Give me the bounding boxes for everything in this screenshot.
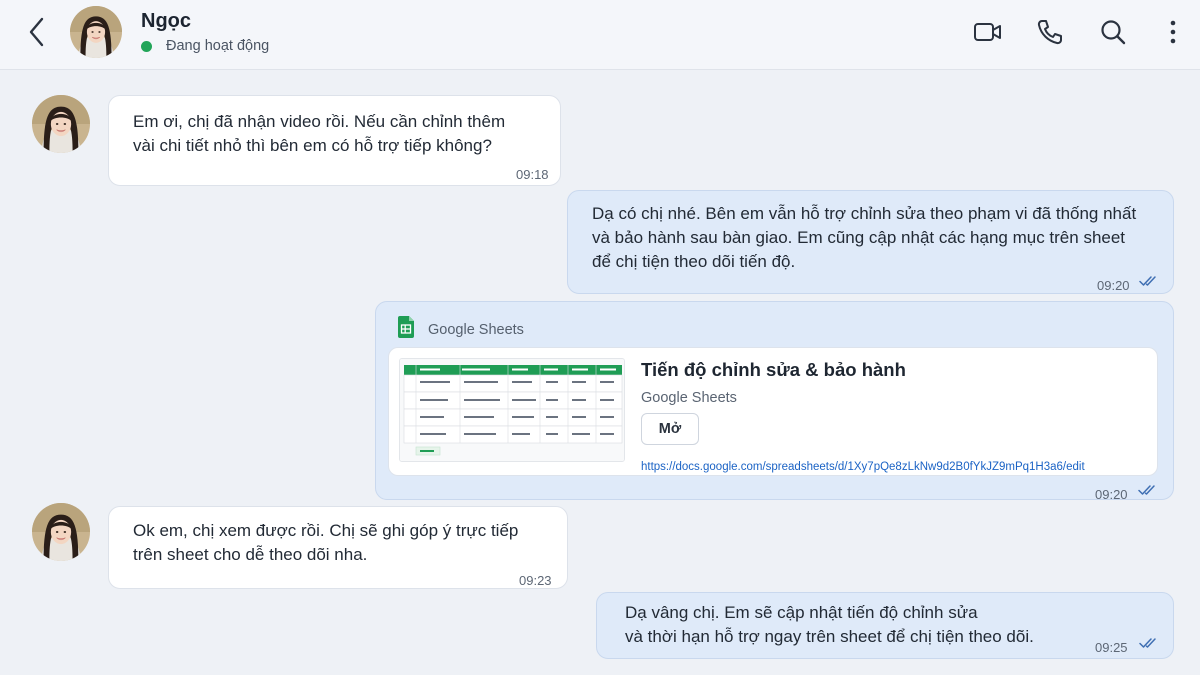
chevron-left-icon (29, 17, 44, 47)
search-icon (1101, 20, 1126, 45)
open-link-button[interactable]: Mở (641, 413, 699, 445)
sender-avatar[interactable] (32, 503, 90, 561)
message-line: và bảo hành sau bàn giao. Em cũng cập nh… (592, 228, 1126, 247)
message-line: Em ơi, chị đã nhận video rồi. Nếu cần ch… (133, 112, 506, 131)
contact-name[interactable]: Ngọc (141, 10, 191, 33)
card-url-link[interactable]: https://docs.google.com/spreadsheets/d/1… (641, 455, 1085, 479)
link-preview-card[interactable]: Tiến độ chỉnh sửa & bảo hành Google Shee… (388, 347, 1158, 476)
sender-avatar[interactable] (32, 95, 90, 153)
message-text: Ok em, chị xem được rồi. Chị sẽ ghi góp … (133, 519, 518, 567)
online-dot (141, 41, 152, 52)
chat-header: Ngọc Đang hoạt động (0, 0, 1200, 70)
double-check-icon (1138, 484, 1158, 496)
status-text: Đang hoạt động (166, 38, 270, 54)
message-line: Dạ vâng chị. Em sẽ cập nhật tiến độ chỉn… (625, 603, 978, 622)
link-preview-message[interactable]: Google Sheets Tiến độ chỉnh sửa & bảo hà… (375, 301, 1174, 502)
message-line: và thời hạn hỗ trợ ngay trên sheet để ch… (625, 627, 1034, 646)
search-button[interactable] (1096, 15, 1130, 49)
message-line: Ok em, chị xem được rồi. Chị sẽ ghi góp … (133, 521, 519, 540)
message-bubble-incoming[interactable]: Ok em, chị xem được rồi. Chị sẽ ghi góp … (108, 506, 568, 589)
message-line: trên sheet cho dễ theo dõi nha. (133, 545, 368, 564)
message-bubble-outgoing[interactable]: Dạ có chị nhé. Bên em vẫn hỗ trợ chỉnh s… (567, 190, 1174, 294)
message-time: 09:20 (1095, 487, 1128, 502)
card-title: Tiến độ chỉnh sửa & bảo hành (641, 359, 906, 380)
message-time: 09:18 (516, 167, 549, 182)
message-time: 09:23 (519, 573, 552, 588)
message-bubble-outgoing[interactable]: Dạ vâng chị. Em sẽ cập nhật tiến độ chỉn… (596, 592, 1174, 659)
video-call-button[interactable] (970, 15, 1004, 49)
back-button[interactable] (22, 14, 52, 50)
message-line: vài chi tiết nhỏ thì bên em có hỗ trợ ti… (133, 136, 492, 155)
card-subtitle: Google Sheets (641, 390, 737, 406)
message-line: Dạ có chị nhé. Bên em vẫn hỗ trợ chỉnh s… (592, 204, 1137, 223)
video-camera-icon (974, 23, 1001, 41)
voice-call-button[interactable] (1033, 15, 1067, 49)
spreadsheet-thumbnail (399, 358, 625, 462)
more-options-button[interactable] (1158, 15, 1188, 49)
message-text: Dạ có chị nhé. Bên em vẫn hỗ trợ chỉnh s… (592, 202, 1136, 274)
message-time: 09:20 (1097, 278, 1130, 293)
double-check-icon (1139, 637, 1159, 649)
message-time: 09:25 (1095, 640, 1128, 655)
phone-icon (1037, 20, 1062, 45)
message-line: để chị tiện theo dõi tiến độ. (592, 252, 796, 271)
message-text: Dạ vâng chị. Em sẽ cập nhật tiến độ chỉn… (625, 601, 1034, 649)
message-bubble-incoming[interactable]: Em ơi, chị đã nhận video rồi. Nếu cần ch… (108, 95, 561, 186)
link-source-label: Google Sheets (428, 322, 524, 338)
google-sheets-icon (398, 316, 414, 338)
contact-avatar[interactable] (70, 6, 122, 58)
message-text: Em ơi, chị đã nhận video rồi. Nếu cần ch… (133, 110, 505, 158)
more-vertical-icon (1170, 20, 1176, 44)
double-check-icon (1139, 275, 1159, 287)
